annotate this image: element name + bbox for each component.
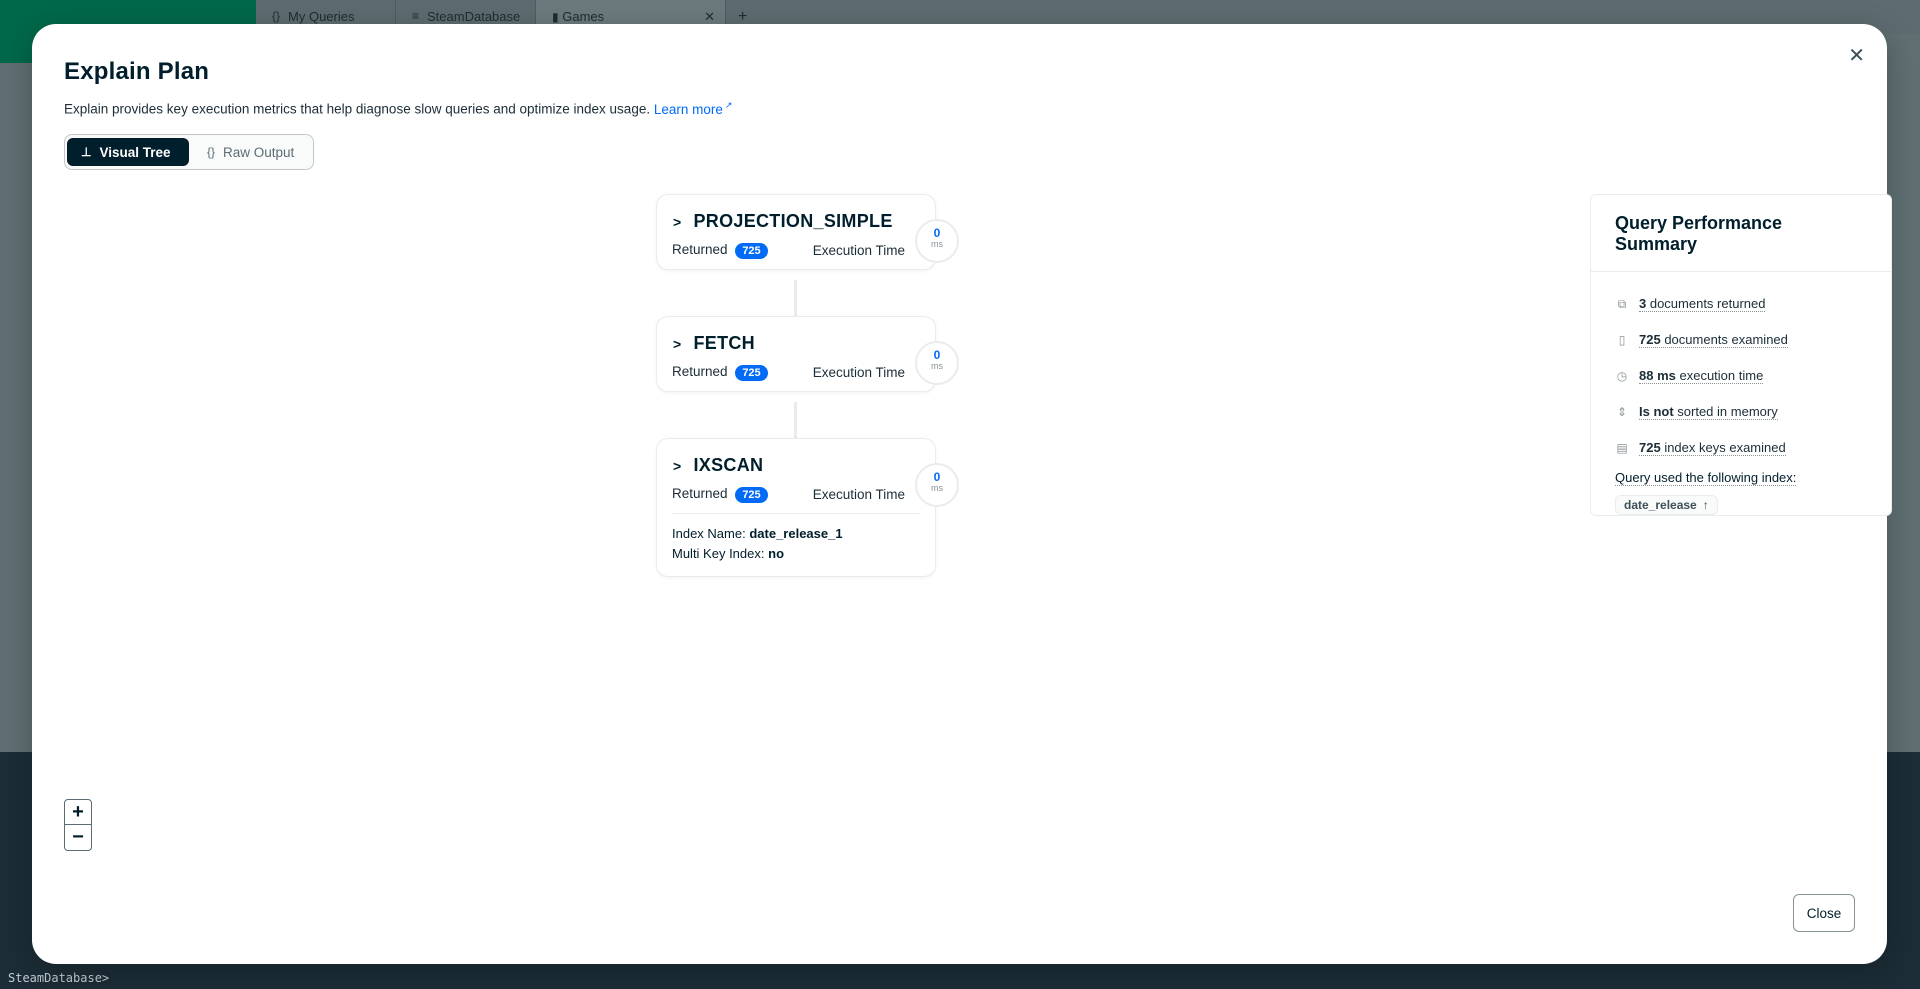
query-performance-summary: Query Performance Summary ⧉ 3 documents r…	[1590, 194, 1892, 516]
tree-edge	[794, 280, 797, 316]
stage-details: Index Name: date_release_1 Multi Key Ind…	[672, 513, 920, 576]
execution-time-dial: 0 ms	[915, 219, 959, 263]
summary-item: ▯ 725 documents examined	[1615, 322, 1867, 358]
chevron-right-icon[interactable]: >	[673, 336, 681, 352]
execution-time-dial: 0 ms	[915, 341, 959, 385]
stage-card-fetch[interactable]: > FETCH Returned 725 Execution Time 0 ms	[656, 316, 959, 392]
docs-icon: ⧉	[1617, 296, 1627, 311]
summary-item: ▤ 725 index keys examined	[1616, 440, 1786, 456]
index-icon: ▤	[1616, 441, 1628, 455]
explain-tree: > PROJECTION_SIMPLE Returned 725 Executio…	[656, 194, 976, 577]
execution-time-dial: 0 ms	[915, 463, 959, 507]
modal-description: Explain provides key execution metrics t…	[64, 100, 733, 117]
index-chip: date_release ↑	[1615, 495, 1718, 515]
sidebar	[0, 63, 30, 752]
shell-prompt: SteamDatabase>	[8, 971, 110, 985]
stage-card-projection[interactable]: > PROJECTION_SIMPLE Returned 725 Executio…	[656, 194, 959, 270]
summary-item: ⧉ 3 documents returned	[1615, 286, 1867, 322]
arrow-up-icon: ↑	[1702, 498, 1709, 512]
doc-icon: ▯	[1618, 333, 1626, 347]
external-link-icon: ↗	[724, 100, 733, 110]
returned-badge: 725	[735, 365, 768, 381]
close-button[interactable]: Close	[1793, 894, 1855, 932]
clock-icon: ◷	[1616, 369, 1628, 383]
zoom-in-button[interactable]: +	[64, 799, 92, 825]
zoom-controls: + −	[64, 799, 94, 851]
summary-title: Query Performance Summary	[1591, 195, 1891, 272]
tree-icon: ⊥	[81, 145, 92, 159]
zoom-out-button[interactable]: −	[64, 825, 92, 851]
summary-item: ⇕ Is not sorted in memory	[1616, 404, 1778, 420]
returned-badge: 725	[735, 243, 768, 259]
close-icon[interactable]: ✕	[1848, 46, 1865, 66]
raw-output-button[interactable]: {} Raw Output	[193, 138, 308, 166]
visual-tree-button[interactable]: ⊥ Visual Tree	[67, 138, 189, 166]
explain-plan-modal: Explain Plan ✕ Explain provides key exec…	[32, 24, 1892, 964]
index-label: Query used the following index:	[1615, 470, 1797, 486]
chevron-right-icon[interactable]: >	[673, 458, 681, 474]
summary-item: ◷ 88 ms execution time	[1616, 368, 1764, 384]
learn-more-link[interactable]: Learn more ↗	[654, 100, 733, 117]
stage-card-ixscan[interactable]: > IXSCAN Returned 725 Execution Time Inde…	[656, 438, 959, 577]
braces-icon: {}	[207, 145, 216, 159]
view-toggle: ⊥ Visual Tree {} Raw Output	[64, 134, 314, 170]
modal-title: Explain Plan	[64, 58, 210, 85]
chevron-right-icon[interactable]: >	[673, 214, 681, 230]
returned-badge: 725	[735, 487, 768, 503]
sort-icon: ⇕	[1616, 405, 1628, 419]
